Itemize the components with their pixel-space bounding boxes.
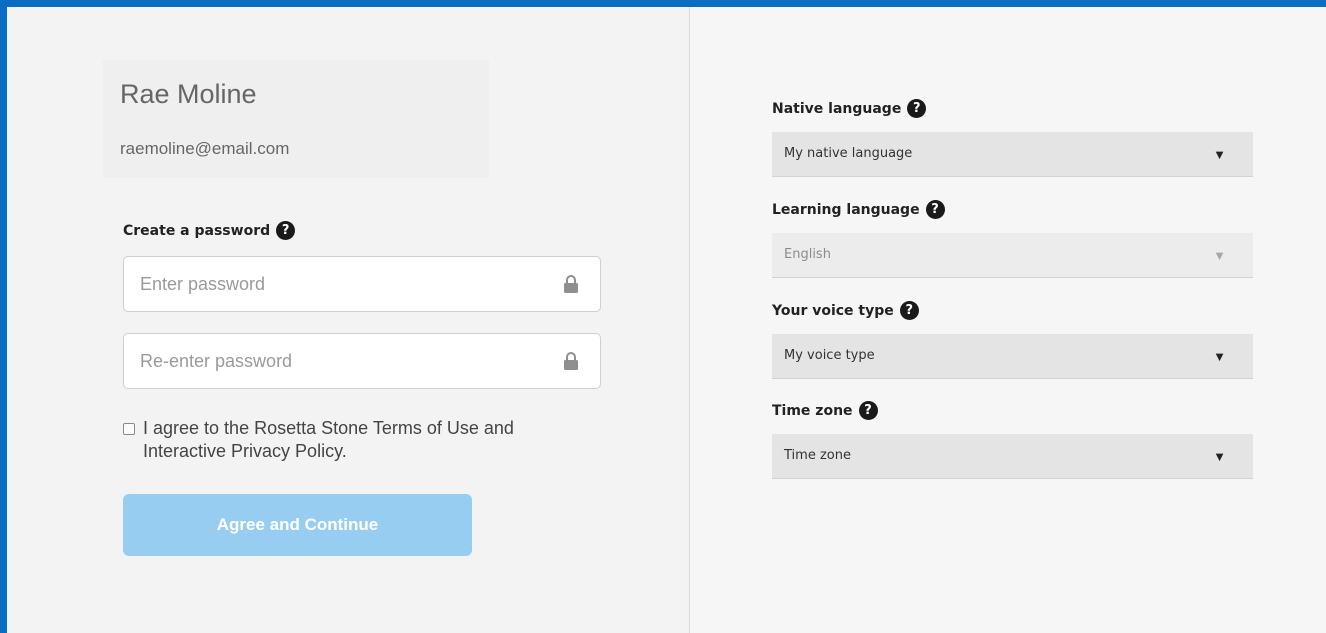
voice-type-label: Your voice type ?: [772, 301, 919, 320]
native-language-select[interactable]: My native language ▼: [772, 132, 1253, 177]
native-language-label-text: Native language: [772, 100, 902, 117]
agree-checkbox[interactable]: [123, 423, 135, 435]
triangle-down-icon: ▼: [1213, 349, 1226, 364]
learning-language-label-text: Learning language: [772, 201, 920, 218]
enter-password-input[interactable]: [124, 257, 562, 311]
native-language-label: Native language ?: [772, 99, 927, 118]
account-panel: Rae Moline raemoline@email.com Create a …: [7, 7, 690, 633]
preferences-panel: Native language ? My native language ▼ L…: [690, 7, 1326, 633]
lock-icon: [564, 275, 578, 293]
time-zone-label: Time zone ?: [772, 401, 878, 420]
reenter-password-input[interactable]: [124, 334, 562, 388]
time-zone-help-icon[interactable]: ?: [858, 401, 878, 420]
time-zone-label-text: Time zone: [772, 402, 853, 419]
agree-and-continue-button[interactable]: Agree and Continue: [123, 494, 472, 556]
agreement-text: I agree to the Rosetta Stone Terms of Us…: [143, 418, 514, 461]
voice-type-label-text: Your voice type: [772, 302, 894, 319]
voice-type-help-icon[interactable]: ?: [899, 301, 919, 320]
password-label-text: Create a password: [123, 222, 271, 239]
triangle-down-icon: ▼: [1213, 248, 1226, 263]
user-name: Rae Moline: [120, 79, 257, 109]
time-zone-select[interactable]: Time zone ▼: [772, 434, 1253, 479]
learning-language-help-icon[interactable]: ?: [925, 200, 945, 219]
voice-type-select[interactable]: My voice type ▼: [772, 334, 1253, 379]
password-label: Create a password ?: [123, 221, 296, 240]
voice-type-value: My voice type: [784, 348, 875, 363]
native-language-value: My native language: [784, 146, 913, 161]
learning-language-label: Learning language ?: [772, 200, 945, 219]
time-zone-value: Time zone: [784, 448, 851, 463]
triangle-down-icon: ▼: [1213, 147, 1226, 162]
learning-language-select: English ▼: [772, 233, 1253, 278]
password-help-icon[interactable]: ?: [276, 221, 296, 240]
user-card: Rae Moline raemoline@email.com: [103, 60, 489, 178]
agreement-row: I agree to the Rosetta Stone Terms of Us…: [123, 417, 593, 463]
enter-password-field[interactable]: [123, 256, 601, 312]
native-language-help-icon[interactable]: ?: [907, 99, 927, 118]
triangle-down-icon: ▼: [1213, 449, 1226, 464]
reenter-password-field[interactable]: [123, 333, 601, 389]
user-email: raemoline@email.com: [120, 139, 290, 158]
lock-icon: [564, 352, 578, 370]
learning-language-value: English: [784, 247, 831, 262]
